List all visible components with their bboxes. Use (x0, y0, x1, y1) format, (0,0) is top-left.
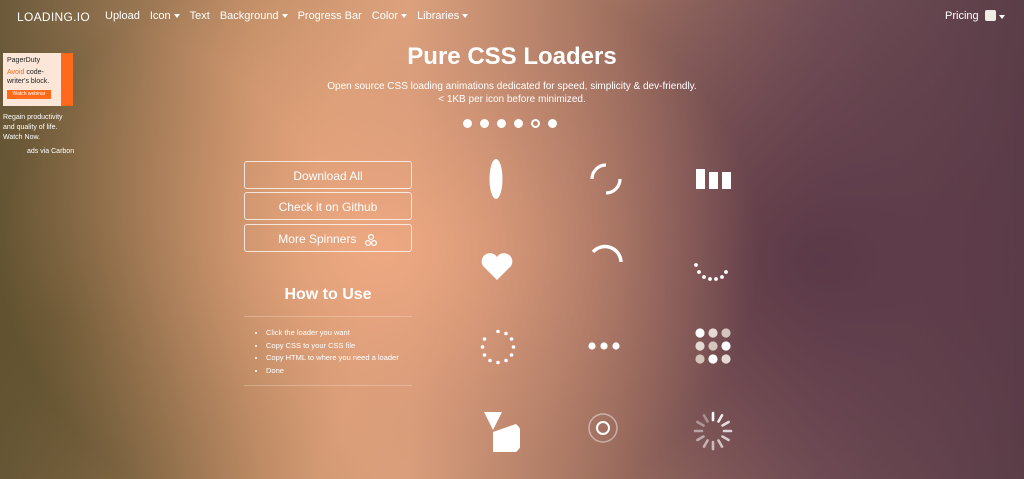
chevron-down-icon[interactable] (999, 15, 1005, 19)
fidget-spinner-icon (364, 233, 377, 246)
nav-item-background[interactable]: Background (220, 10, 288, 22)
loader-hourglass-icon[interactable] (480, 410, 520, 452)
loader-spinner-icon[interactable] (692, 410, 734, 452)
subtitle-line-1: Open source CSS loading animations dedic… (327, 81, 697, 92)
loader-circle-icon[interactable] (486, 157, 506, 201)
nav-menu: Upload Icon Text Background Progress Bar… (105, 10, 468, 22)
loader-dual-ring-icon[interactable] (586, 159, 626, 199)
nav-item-label: Libraries (417, 10, 460, 22)
list-item: Done (266, 365, 399, 378)
nav-item-progress-bar[interactable]: Progress Bar (298, 10, 362, 22)
how-to-steps: Click the loader you want Copy CSS to yo… (256, 327, 399, 377)
color-swatch-button[interactable] (985, 10, 996, 21)
loader-grid-icon[interactable] (694, 327, 734, 367)
loader-ripple-icon[interactable] (586, 411, 620, 445)
nav-item-text[interactable]: Text (190, 10, 210, 22)
page-dot-active[interactable] (531, 119, 540, 128)
page-dot[interactable] (548, 119, 557, 128)
more-spinners-button[interactable]: More Spinners (244, 224, 412, 252)
loader-ellipsis-icon[interactable] (587, 340, 623, 352)
loader-roller-icon[interactable] (692, 260, 732, 284)
how-to-title: How to Use (284, 286, 372, 303)
page-title: Pure CSS Loaders (407, 43, 617, 70)
ads-via-carbon-link[interactable]: ads via Carbon (27, 148, 74, 155)
divider (244, 316, 412, 317)
nav-item-pricing[interactable]: Pricing (945, 10, 979, 22)
page-dot[interactable] (514, 119, 523, 128)
divider (244, 385, 412, 386)
logo[interactable]: LOADING.IO (17, 10, 90, 24)
nav-item-icon[interactable]: Icon (150, 10, 180, 22)
list-item: Click the loader you want (266, 327, 399, 340)
download-all-button[interactable]: Download All (244, 161, 412, 189)
loader-ring-icon[interactable] (586, 240, 626, 280)
page-dot[interactable] (480, 119, 489, 128)
nav-item-label: Background (219, 10, 279, 22)
loader-default-icon[interactable] (479, 328, 517, 366)
nav-item-color[interactable]: Color (372, 10, 407, 22)
loader-facebook-icon[interactable] (695, 167, 733, 191)
page-dot[interactable] (497, 119, 506, 128)
nav-item-libraries[interactable]: Libraries (417, 10, 468, 22)
ad-text[interactable]: Regain productivity and quality of life.… (3, 113, 73, 143)
top-nav: LOADING.IO Upload Icon Text Background P… (0, 0, 1024, 34)
list-item: Copy CSS to your CSS file (266, 340, 399, 353)
github-button[interactable]: Check it on Github (244, 192, 412, 220)
page-dots (463, 119, 557, 128)
nav-item-label: Color (371, 10, 399, 22)
nav-item-upload[interactable]: Upload (105, 10, 140, 22)
loader-heart-icon[interactable] (480, 251, 514, 281)
page-subtitle: Open source CSS loading animations dedic… (0, 80, 1024, 106)
nav-item-label: Icon (149, 10, 171, 22)
subtitle-line-2: < 1KB per icon before minimized. (438, 94, 586, 105)
page-dot[interactable] (463, 119, 472, 128)
list-item: Copy HTML to where you need a loader (266, 352, 399, 365)
more-spinners-label: More Spinners (278, 232, 357, 246)
